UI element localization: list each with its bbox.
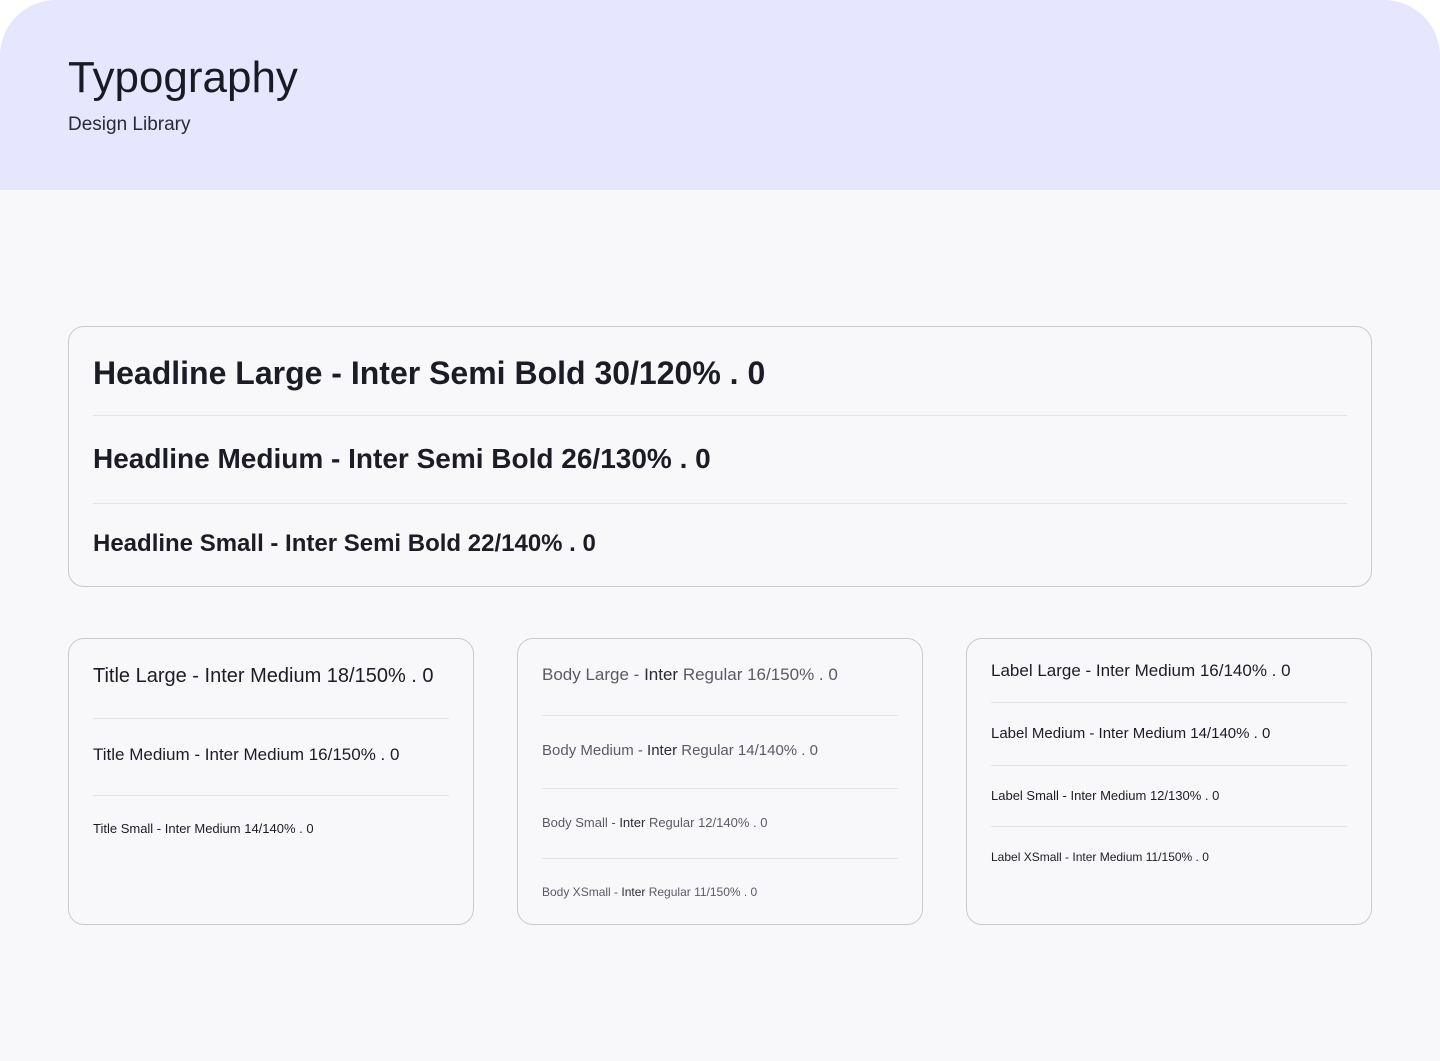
divider <box>93 415 1347 416</box>
headline-large-sample: Headline Large - Inter Semi Bold 30/120%… <box>93 355 766 391</box>
body-small-name: Body Small - <box>542 815 620 830</box>
divider <box>93 795 449 796</box>
titles-card: Title Large - Inter Medium 18/150% . 0 T… <box>68 638 474 925</box>
typography-page: Typography Design Library Headline Large… <box>0 0 1440 1061</box>
body-card: Body Large - Inter Regular 16/150% . 0 B… <box>517 638 923 925</box>
title-small-sample: Title Small - Inter Medium 14/140% . 0 <box>93 821 314 836</box>
title-large-sample: Title Large - Inter Medium 18/150% . 0 <box>93 665 434 687</box>
body-small-font: Inter <box>619 815 646 830</box>
body-large-font: Inter <box>644 665 679 684</box>
page-title: Typography <box>68 53 298 102</box>
body-xsmall-spec: Regular 11/150% . 0 <box>645 885 758 899</box>
divider <box>991 702 1347 703</box>
headlines-card: Headline Large - Inter Semi Bold 30/120%… <box>68 326 1372 587</box>
body-small-spec: Regular 12/140% . 0 <box>645 815 768 830</box>
label-large-sample: Label Large - Inter Medium 16/140% . 0 <box>991 661 1291 680</box>
headline-small-sample: Headline Small - Inter Semi Bold 22/140%… <box>93 530 596 557</box>
body-medium-font: Inter <box>647 742 678 759</box>
body-xsmall-sample: Body XSmall - Inter Regular 11/150% . 0 <box>542 884 898 900</box>
body-large-sample: Body Large - Inter Regular 16/150% . 0 <box>542 664 898 686</box>
divider <box>991 765 1347 766</box>
body-medium-sample: Body Medium - Inter Regular 14/140% . 0 <box>542 741 898 761</box>
body-large-name: Body Large - <box>542 665 645 684</box>
body-medium-name: Body Medium - <box>542 742 648 759</box>
divider <box>542 715 898 716</box>
body-xsmall-font: Inter <box>621 885 646 899</box>
body-xsmall-name: Body XSmall - <box>542 885 622 899</box>
divider <box>93 718 449 719</box>
divider <box>542 788 898 789</box>
divider <box>542 858 898 859</box>
body-medium-spec: Regular 14/140% . 0 <box>677 742 818 759</box>
label-xsmall-sample: Label XSmall - Inter Medium 11/150% . 0 <box>991 850 1209 864</box>
divider <box>93 503 1347 504</box>
body-small-sample: Body Small - Inter Regular 12/140% . 0 <box>542 814 898 832</box>
label-small-sample: Label Small - Inter Medium 12/130% . 0 <box>991 788 1220 803</box>
page-subtitle: Design Library <box>68 114 191 135</box>
title-medium-sample: Title Medium - Inter Medium 16/150% . 0 <box>93 745 400 764</box>
page-header: Typography Design Library <box>0 0 1440 190</box>
headline-medium-sample: Headline Medium - Inter Semi Bold 26/130… <box>93 443 711 474</box>
labels-card: Label Large - Inter Medium 16/140% . 0 L… <box>966 638 1372 925</box>
divider <box>991 826 1347 827</box>
label-medium-sample: Label Medium - Inter Medium 14/140% . 0 <box>991 725 1271 742</box>
body-large-spec: Regular 16/150% . 0 <box>678 665 838 684</box>
